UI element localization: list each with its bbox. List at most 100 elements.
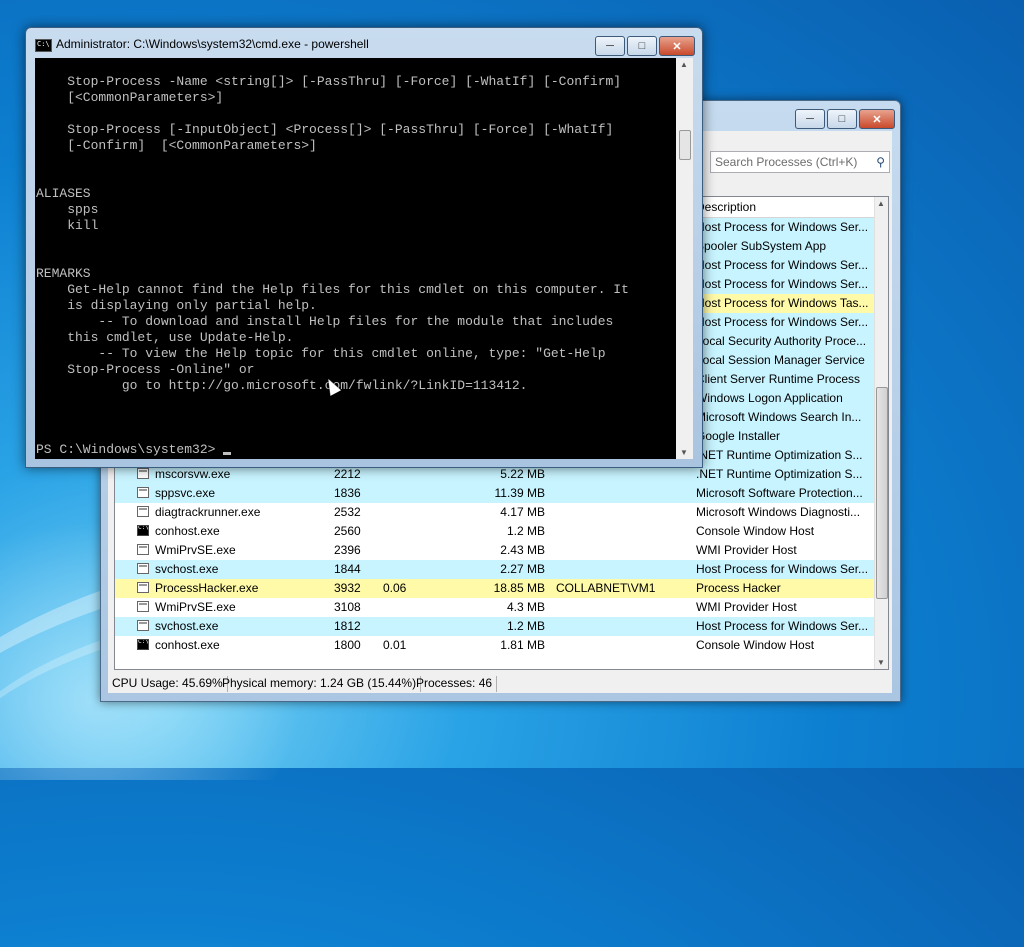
process-description: Console Window Host xyxy=(696,638,815,652)
process-icon xyxy=(137,544,149,555)
process-cpu: 0.06 xyxy=(383,581,407,595)
search-placeholder: Search Processes (Ctrl+K) xyxy=(715,155,858,169)
process-pid: 2212 xyxy=(334,467,361,481)
console-text: Stop-Process -Name <string[]> [-PassThru… xyxy=(35,58,676,442)
search-input[interactable]: Search Processes (Ctrl+K) ⚲ xyxy=(710,151,890,173)
process-description: Microsoft Software Protection... xyxy=(696,486,863,500)
minimize-icon: ─ xyxy=(806,113,814,125)
scroll-down-icon[interactable]: ▼ xyxy=(680,448,688,457)
process-name: mscorsvw.exe xyxy=(155,467,231,481)
table-row[interactable]: diagtrackrunner.exe 2532 4.17 MB Microsoft … xyxy=(115,503,875,522)
process-icon xyxy=(137,563,149,574)
process-description: Host Process for Windows Ser... xyxy=(696,619,868,633)
cmd-icon[interactable] xyxy=(35,39,52,52)
console-line: Stop-Process [-InputObject] <Process[]> … xyxy=(36,122,614,137)
process-pid: 2396 xyxy=(334,543,361,557)
process-icon xyxy=(137,620,149,631)
process-pid: 3108 xyxy=(334,600,361,614)
process-icon xyxy=(137,487,149,498)
process-name: conhost.exe xyxy=(155,524,220,538)
process-name: svchost.exe xyxy=(155,562,219,576)
status-memory: Physical memory: 1.24 GB (15.44%) xyxy=(218,676,422,692)
console-line: [<CommonParameters>] xyxy=(36,90,224,105)
cmd-window[interactable]: Administrator: C:\Windows\system32\cmd.e… xyxy=(25,27,703,468)
scroll-down-icon[interactable]: ▼ xyxy=(877,658,885,667)
process-pid: 2532 xyxy=(334,505,361,519)
table-row[interactable]: conhost.exe 1800 0.01 1.81 MB Console Window… xyxy=(115,636,875,655)
process-private-bytes: 11.39 MB xyxy=(494,486,545,500)
process-name: diagtrackrunner.exe xyxy=(155,505,261,519)
process-private-bytes: 2.43 MB xyxy=(500,543,545,557)
scroll-up-icon[interactable]: ▲ xyxy=(680,60,688,69)
process-description: Host Process for Windows Ser... xyxy=(696,220,868,234)
maximize-button[interactable]: □ xyxy=(627,36,657,56)
process-icon xyxy=(137,506,149,517)
table-row[interactable]: svchost.exe 1844 2.27 MB Host Process for W… xyxy=(115,560,875,579)
minimize-button[interactable]: ─ xyxy=(595,36,625,56)
console-process-icon xyxy=(137,525,149,536)
close-button[interactable]: ✕ xyxy=(859,109,895,129)
column-header-description[interactable]: Description xyxy=(696,200,756,214)
process-private-bytes: 1.81 MB xyxy=(500,638,545,652)
table-row[interactable]: WmiPrvSE.exe 2396 2.43 MB WMI Provider Host xyxy=(115,541,875,560)
console-process-icon xyxy=(137,639,149,650)
process-name: ProcessHacker.exe xyxy=(155,581,259,595)
process-icon xyxy=(137,468,149,479)
console-prompt: PS C:\Windows\system32> xyxy=(36,442,224,457)
process-pid: 2560 xyxy=(334,524,361,538)
process-pid: 3932 xyxy=(334,581,361,595)
process-name: WmiPrvSE.exe xyxy=(155,600,236,614)
process-private-bytes: 5.22 MB xyxy=(500,467,545,481)
console-line: go to http://go.microsoft.com/fwlink/?Li… xyxy=(36,378,528,393)
process-description: Microsoft Windows Search In... xyxy=(696,410,862,424)
console-line: is displaying only partial help. xyxy=(36,298,317,313)
process-cpu: 0.01 xyxy=(383,638,407,652)
table-row[interactable]: conhost.exe 2560 1.2 MB Console Window Host xyxy=(115,522,875,541)
cmd-titlebar[interactable]: Administrator: C:\Windows\system32\cmd.e… xyxy=(26,28,702,58)
process-name: sppsvc.exe xyxy=(155,486,216,500)
process-description: Client Server Runtime Process xyxy=(696,372,861,386)
console-line: ALIASES xyxy=(36,186,91,201)
process-description: Local Security Authority Proce... xyxy=(696,334,867,348)
console-prompt-line[interactable]: PS C:\Windows\system32> xyxy=(35,442,676,458)
console-line: Stop-Process -Name <string[]> [-PassThru… xyxy=(36,74,622,89)
window-title: Administrator: C:\Windows\system32\cmd.e… xyxy=(56,37,369,51)
process-description: Process Hacker xyxy=(696,581,781,595)
console-line: Stop-Process -Online" or xyxy=(36,362,255,377)
process-description: .NET Runtime Optimization S... xyxy=(696,448,863,462)
maximize-button[interactable]: □ xyxy=(827,109,857,129)
scrollbar-thumb[interactable] xyxy=(876,387,888,599)
process-user: COLLABNET\VM1 xyxy=(556,581,656,595)
process-hacker-icon xyxy=(137,582,149,593)
process-description: Host Process for Windows Ser... xyxy=(696,258,868,272)
table-row[interactable]: sppsvc.exe 1836 11.39 MB Microsoft Software… xyxy=(115,484,875,503)
process-list-scrollbar[interactable]: ▲ ▼ xyxy=(874,197,888,669)
close-icon: ✕ xyxy=(672,40,682,53)
status-bar: CPU Usage: 45.69% Physical memory: 1.24 … xyxy=(108,673,892,695)
process-description: Local Session Manager Service xyxy=(696,353,865,367)
text-cursor xyxy=(223,452,232,455)
console-line: -- To download and install Help files fo… xyxy=(36,314,614,329)
table-row[interactable]: svchost.exe 1812 1.2 MB Host Process for Wi… xyxy=(115,617,875,636)
process-private-bytes: 1.2 MB xyxy=(506,524,545,538)
process-description: Host Process for Windows Tas... xyxy=(696,296,868,310)
process-description: WMI Provider Host xyxy=(696,543,797,557)
process-description: Host Process for Windows Ser... xyxy=(696,315,868,329)
console-line: Get-Help cannot find the Help files for … xyxy=(36,282,629,297)
console-line: -- To view the Help topic for this cmdle… xyxy=(36,346,606,361)
search-icon[interactable]: ⚲ xyxy=(876,155,885,169)
minimize-button[interactable]: ─ xyxy=(795,109,825,129)
scroll-up-icon[interactable]: ▲ xyxy=(877,199,885,208)
scrollbar-thumb[interactable] xyxy=(679,130,691,160)
process-name: WmiPrvSE.exe xyxy=(155,543,236,557)
console-scrollbar[interactable]: ▲ ▼ xyxy=(676,58,693,459)
process-description: Host Process for Windows Ser... xyxy=(696,562,868,576)
close-button[interactable]: ✕ xyxy=(659,36,695,56)
process-private-bytes: 4.3 MB xyxy=(506,600,545,614)
process-pid: 1844 xyxy=(334,562,361,576)
console-line: REMARKS xyxy=(36,266,91,281)
table-row[interactable]: WmiPrvSE.exe 3108 4.3 MB WMI Provider Host xyxy=(115,598,875,617)
console-output[interactable]: Stop-Process -Name <string[]> [-PassThru… xyxy=(35,58,676,459)
table-row[interactable]: ProcessHacker.exe 3932 0.06 18.85 MB COLLABN… xyxy=(115,579,875,598)
process-description: Windows Logon Application xyxy=(696,391,843,405)
